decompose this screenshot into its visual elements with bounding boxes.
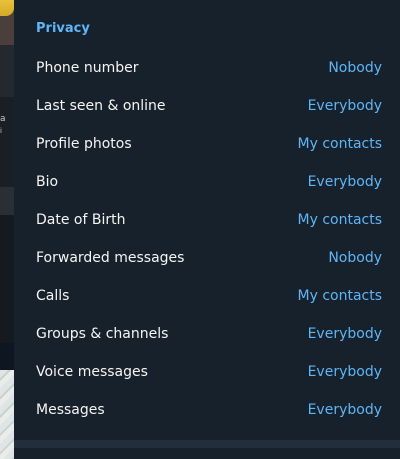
background-window-strip: a i <box>0 0 14 459</box>
row-label: Last seen & online <box>36 98 166 114</box>
privacy-settings-panel: Privacy Phone number Nobody Last seen & … <box>14 0 400 459</box>
privacy-row-last-seen[interactable]: Last seen & online Everybody <box>14 87 400 125</box>
row-label: Date of Birth <box>36 212 126 228</box>
row-value: Nobody <box>328 60 382 76</box>
row-value: Everybody <box>307 174 382 190</box>
row-value: Nobody <box>328 250 382 266</box>
privacy-row-groups-channels[interactable]: Groups & channels Everybody <box>14 315 400 353</box>
section-divider <box>14 440 400 448</box>
privacy-row-date-of-birth[interactable]: Date of Birth My contacts <box>14 201 400 239</box>
row-value: Everybody <box>307 98 382 114</box>
privacy-row-profile-photos[interactable]: Profile photos My contacts <box>14 125 400 163</box>
privacy-rows: Phone number Nobody Last seen & online E… <box>14 49 400 429</box>
row-label: Groups & channels <box>36 326 169 342</box>
next-section-start <box>14 448 400 459</box>
row-value: My contacts <box>297 212 383 228</box>
privacy-row-calls[interactable]: Calls My contacts <box>14 277 400 315</box>
row-label: Calls <box>36 288 70 304</box>
background-text-fragment: i <box>0 127 2 135</box>
row-value: Everybody <box>307 326 382 342</box>
background-block <box>0 187 14 215</box>
privacy-row-forwarded-messages[interactable]: Forwarded messages Nobody <box>14 239 400 277</box>
row-label: Profile photos <box>36 136 132 152</box>
row-value: My contacts <box>297 136 383 152</box>
background-block <box>0 215 14 343</box>
privacy-row-bio[interactable]: Bio Everybody <box>14 163 400 201</box>
row-value: Everybody <box>307 364 382 380</box>
row-label: Messages <box>36 402 105 418</box>
row-value: My contacts <box>297 288 383 304</box>
row-label: Bio <box>36 174 59 190</box>
privacy-row-phone-number[interactable]: Phone number Nobody <box>14 49 400 87</box>
background-block <box>0 97 14 187</box>
row-label: Voice messages <box>36 364 148 380</box>
section-title-privacy: Privacy <box>36 21 90 36</box>
background-map-image <box>0 370 14 459</box>
privacy-row-messages[interactable]: Messages Everybody <box>14 391 400 429</box>
background-text-fragment: a <box>0 114 6 124</box>
privacy-row-voice-messages[interactable]: Voice messages Everybody <box>14 353 400 391</box>
row-label: Forwarded messages <box>36 250 185 266</box>
background-block <box>0 45 14 97</box>
row-label: Phone number <box>36 60 139 76</box>
row-value: Everybody <box>307 402 382 418</box>
